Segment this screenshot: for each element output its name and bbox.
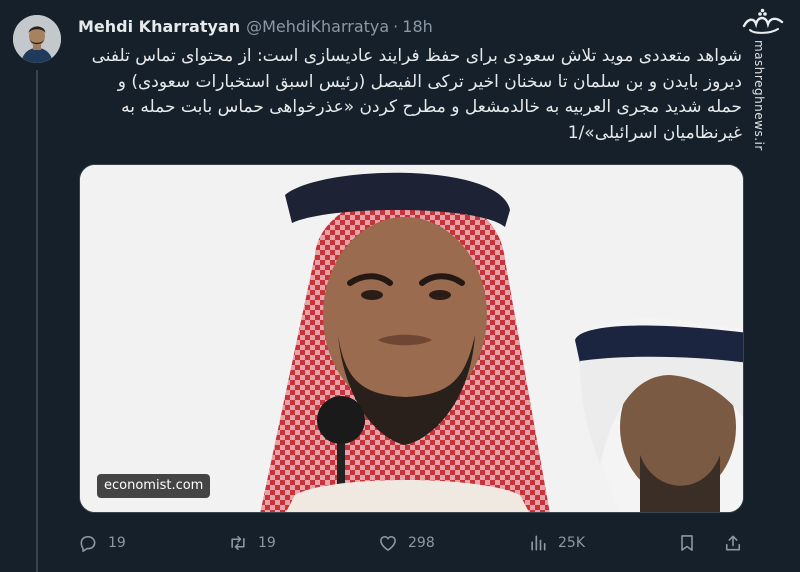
- author-avatar[interactable]: [13, 15, 61, 63]
- share-icon: [725, 535, 741, 551]
- watermark-url: mashreghnews.ir: [752, 40, 766, 151]
- like-count: 298: [408, 535, 435, 551]
- share-button[interactable]: [723, 529, 743, 557]
- like-icon: [380, 535, 396, 551]
- views-icon: [531, 535, 546, 551]
- tweet-text: شواهد متعددی موید تلاش سعودی برای حفظ فر…: [91, 46, 742, 143]
- separator: ·: [393, 16, 399, 36]
- tweet-media[interactable]: economist.com: [79, 164, 744, 513]
- reply-icon: [80, 535, 96, 553]
- retweet-count: 19: [258, 535, 276, 551]
- bookmark-icon: [681, 535, 693, 551]
- reply-count: 19: [108, 535, 126, 551]
- like-button[interactable]: 298: [378, 529, 435, 557]
- tweet-time[interactable]: 18h: [402, 17, 433, 36]
- mashregh-logo-watermark: [740, 8, 786, 36]
- author-name[interactable]: Mehdi Kharratyan: [78, 17, 240, 36]
- bookmark-button[interactable]: [677, 529, 697, 557]
- views-count: 25K: [558, 535, 585, 551]
- retweet-button[interactable]: 19: [228, 529, 276, 557]
- tweet-actions: 19 19 298 25K: [78, 529, 748, 557]
- retweet-icon: [231, 535, 245, 551]
- media-source-label: economist.com: [97, 474, 211, 498]
- views-button[interactable]: 25K: [528, 529, 585, 557]
- reply-button[interactable]: 19: [78, 529, 126, 557]
- author-handle[interactable]: @MehdiKharratya: [246, 17, 389, 36]
- thread-line: [36, 70, 38, 572]
- tweet-header: Mehdi Kharratyan @MehdiKharratya · 18h: [78, 14, 433, 38]
